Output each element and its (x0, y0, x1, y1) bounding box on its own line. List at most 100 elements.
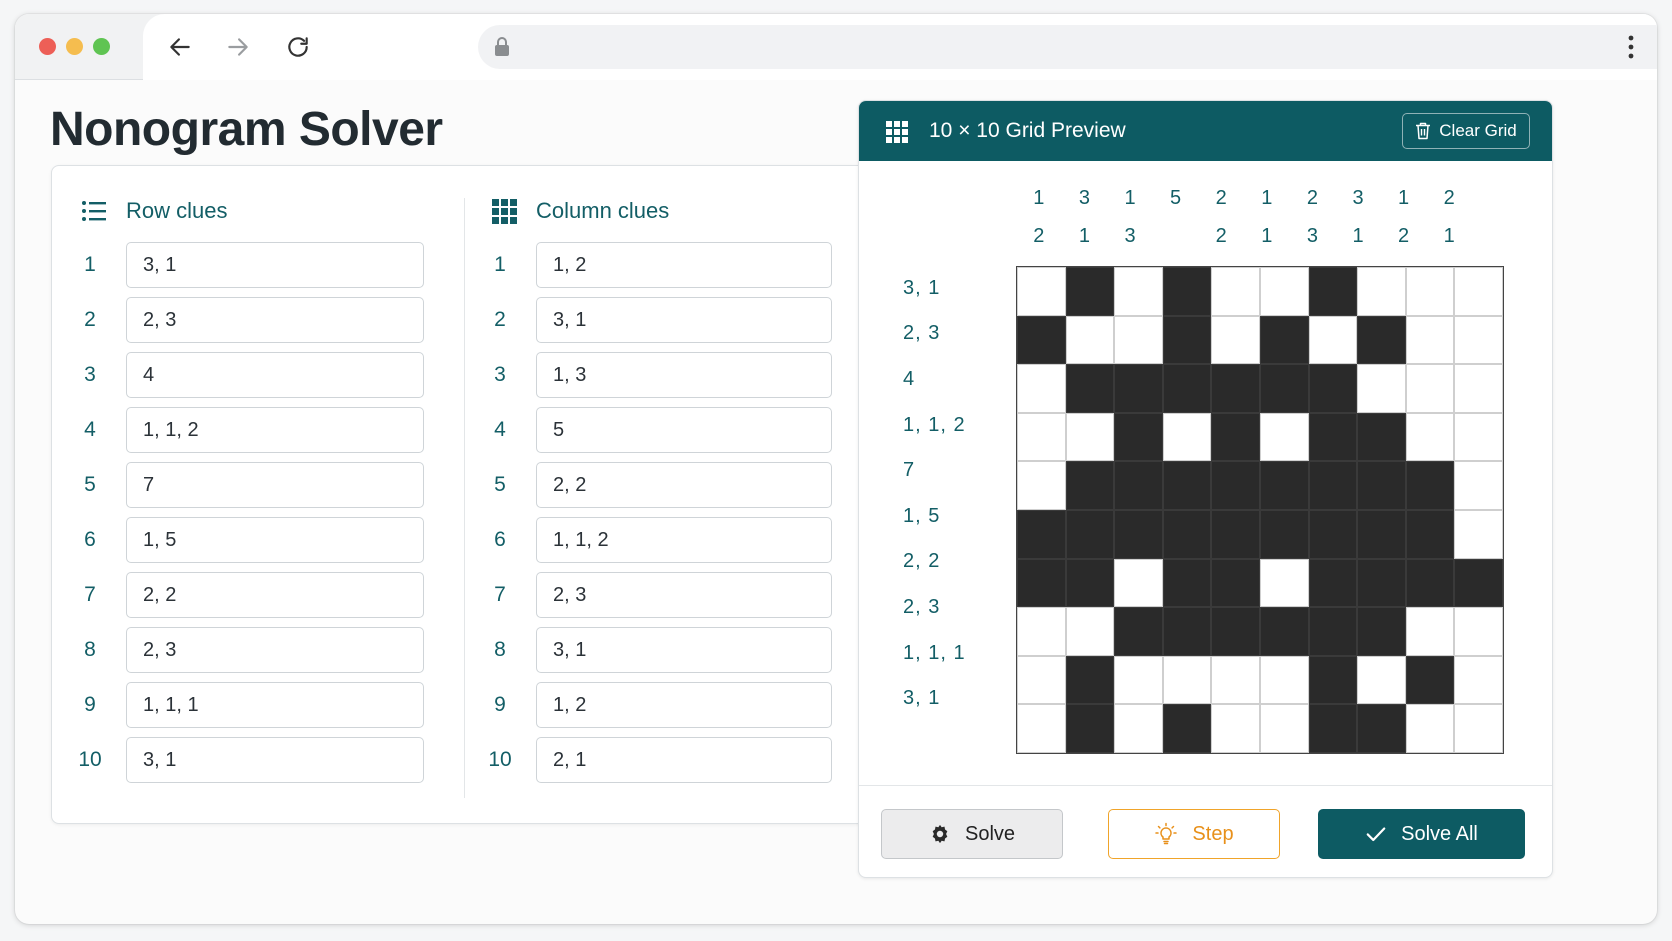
row-clue-input[interactable] (126, 462, 424, 508)
grid-cell-filled[interactable] (1114, 364, 1163, 413)
grid-cell-filled[interactable] (1405, 558, 1455, 608)
grid-cell-filled[interactable] (1308, 655, 1358, 705)
grid-cell-filled[interactable] (1259, 607, 1309, 656)
grid-cell-filled[interactable] (1357, 704, 1406, 753)
column-clue-input[interactable] (536, 627, 832, 673)
row-clue-input[interactable] (126, 737, 424, 783)
grid-cell-filled[interactable] (1114, 607, 1163, 656)
grid-cell-filled[interactable] (1211, 558, 1260, 608)
grid-cell-filled[interactable] (1065, 655, 1115, 705)
grid-cell-empty[interactable] (1357, 267, 1406, 316)
solve-button[interactable]: Solve (881, 809, 1063, 859)
grid-cell-filled[interactable] (1162, 704, 1212, 753)
grid-cell-filled[interactable] (1162, 315, 1212, 365)
grid-cell-empty[interactable] (1405, 315, 1455, 365)
grid-cell-empty[interactable] (1454, 704, 1503, 753)
grid-cell-empty[interactable] (1162, 655, 1212, 705)
grid-cell-filled[interactable] (1211, 412, 1260, 462)
grid-cell-filled[interactable] (1357, 315, 1406, 365)
grid-cell-filled[interactable] (1065, 267, 1115, 316)
forward-arrow-icon[interactable] (225, 34, 251, 60)
grid-cell-filled[interactable] (1065, 364, 1115, 413)
grid-cell-filled[interactable] (1065, 461, 1115, 510)
grid-cell-empty[interactable] (1017, 412, 1066, 462)
grid-cell-filled[interactable] (1357, 607, 1406, 656)
grid-cell-filled[interactable] (1211, 364, 1260, 413)
grid-cell-filled[interactable] (1065, 509, 1115, 559)
grid-cell-empty[interactable] (1405, 704, 1455, 753)
grid-cell-empty[interactable] (1357, 364, 1406, 413)
grid-cell-filled[interactable] (1162, 509, 1212, 559)
grid-cell-filled[interactable] (1017, 315, 1066, 365)
grid-cell-empty[interactable] (1259, 704, 1309, 753)
grid-cell-empty[interactable] (1405, 607, 1455, 656)
grid-cell-filled[interactable] (1308, 704, 1358, 753)
grid-cell-empty[interactable] (1017, 655, 1066, 705)
column-clue-input[interactable] (536, 242, 832, 288)
grid-cell-filled[interactable] (1357, 461, 1406, 510)
grid-cell-filled[interactable] (1357, 412, 1406, 462)
grid-cell-filled[interactable] (1405, 509, 1455, 559)
row-clue-input[interactable] (126, 517, 424, 563)
grid-cell-filled[interactable] (1454, 558, 1503, 608)
grid-cell-empty[interactable] (1405, 267, 1455, 316)
grid-cell-empty[interactable] (1114, 655, 1163, 705)
row-clue-input[interactable] (126, 572, 424, 618)
column-clue-input[interactable] (536, 352, 832, 398)
grid-cell-empty[interactable] (1017, 704, 1066, 753)
grid-cell-filled[interactable] (1259, 509, 1309, 559)
grid-cell-empty[interactable] (1259, 655, 1309, 705)
grid-cell-filled[interactable] (1114, 461, 1163, 510)
reload-icon[interactable] (285, 34, 311, 60)
grid-cell-filled[interactable] (1065, 704, 1115, 753)
grid-cell-empty[interactable] (1114, 315, 1163, 365)
minimize-window-button[interactable] (66, 38, 83, 55)
grid-cell-filled[interactable] (1065, 558, 1115, 608)
grid-cell-empty[interactable] (1211, 315, 1260, 365)
grid-cell-empty[interactable] (1454, 509, 1503, 559)
grid-cell-filled[interactable] (1308, 267, 1358, 316)
grid-cell-empty[interactable] (1017, 607, 1066, 656)
grid-cell-empty[interactable] (1211, 704, 1260, 753)
column-clue-input[interactable] (536, 462, 832, 508)
grid-cell-filled[interactable] (1114, 509, 1163, 559)
grid-cell-filled[interactable] (1259, 315, 1309, 365)
row-clue-input[interactable] (126, 242, 424, 288)
grid-cell-filled[interactable] (1308, 364, 1358, 413)
grid-cell-empty[interactable] (1162, 412, 1212, 462)
address-bar[interactable] (478, 25, 1657, 69)
column-clue-input[interactable] (536, 572, 832, 618)
grid-cell-empty[interactable] (1114, 558, 1163, 608)
row-clue-input[interactable] (126, 352, 424, 398)
grid-cell-filled[interactable] (1405, 655, 1455, 705)
column-clue-input[interactable] (536, 737, 832, 783)
grid-cell-filled[interactable] (1162, 364, 1212, 413)
grid-cell-empty[interactable] (1065, 607, 1115, 656)
grid-cell-filled[interactable] (1017, 558, 1066, 608)
grid-cell-filled[interactable] (1017, 509, 1066, 559)
row-clue-input[interactable] (126, 627, 424, 673)
grid-cell-filled[interactable] (1211, 607, 1260, 656)
grid-cell-empty[interactable] (1259, 558, 1309, 608)
column-clue-input[interactable] (536, 297, 832, 343)
grid-cell-filled[interactable] (1405, 461, 1455, 510)
maximize-window-button[interactable] (93, 38, 110, 55)
column-clue-input[interactable] (536, 517, 832, 563)
grid-cell-filled[interactable] (1308, 412, 1358, 462)
grid-cell-filled[interactable] (1162, 558, 1212, 608)
grid-cell-empty[interactable] (1114, 267, 1163, 316)
grid-cell-empty[interactable] (1065, 315, 1115, 365)
grid-cell-empty[interactable] (1454, 315, 1503, 365)
clear-grid-button[interactable]: Clear Grid (1402, 113, 1530, 149)
grid-cell-empty[interactable] (1454, 461, 1503, 510)
grid-cell-empty[interactable] (1454, 267, 1503, 316)
grid-cell-filled[interactable] (1259, 364, 1309, 413)
grid-cell-empty[interactable] (1259, 412, 1309, 462)
column-clue-input[interactable] (536, 682, 832, 728)
grid-cell-empty[interactable] (1405, 412, 1455, 462)
grid-cell-empty[interactable] (1454, 364, 1503, 413)
grid-cell-filled[interactable] (1259, 461, 1309, 510)
grid-cell-empty[interactable] (1308, 315, 1358, 365)
step-button[interactable]: Step (1108, 809, 1280, 859)
grid-cell-empty[interactable] (1017, 267, 1066, 316)
